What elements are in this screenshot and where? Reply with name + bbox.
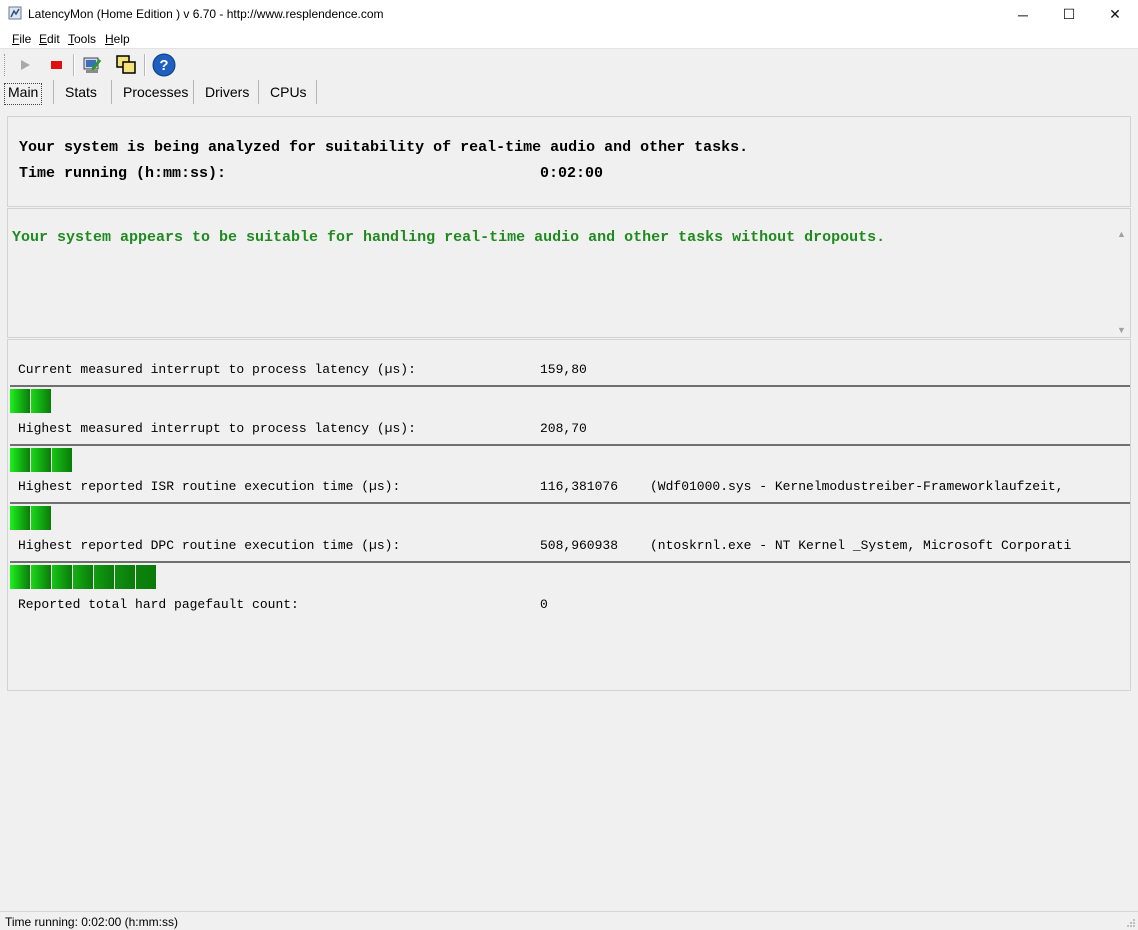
metric-label: Highest measured interrupt to process la… [18, 421, 416, 436]
metric-value: 159,80 [540, 362, 587, 377]
svg-text:?: ? [159, 57, 168, 74]
tab-cpus[interactable]: CPUs [270, 83, 307, 104]
analysis-status-text: Your system is being analyzed for suitab… [19, 139, 749, 156]
metric-driver-info: (Wdf01000.sys - Kernelmodustreiber-Frame… [650, 479, 1064, 494]
bar-segment [10, 506, 30, 530]
bar-fill [10, 506, 52, 530]
app-icon [8, 6, 22, 20]
play-icon [21, 60, 30, 70]
menu-file[interactable]: File [12, 32, 31, 46]
metric-label: Reported total hard pagefault count: [18, 597, 299, 612]
maximize-icon: ☐ [1062, 6, 1076, 22]
window-title: LatencyMon (Home Edition ) v 6.70 - http… [28, 7, 384, 21]
bar-segment [10, 448, 30, 472]
analyze-button[interactable] [81, 53, 105, 77]
metric-driver-info: (ntoskrnl.exe - NT Kernel _System, Micro… [650, 538, 1072, 553]
title-bar: LatencyMon (Home Edition ) v 6.70 - http… [0, 0, 1138, 29]
metrics-panel: Current measured interrupt to process la… [7, 339, 1131, 691]
latency-bar [10, 561, 1130, 589]
toolbar-grip[interactable] [4, 54, 7, 76]
bar-fill [10, 389, 52, 413]
status-bar-text: Time running: 0:02:00 (h:mm:ss) [5, 915, 178, 929]
time-running-value: 0:02:00 [540, 165, 604, 182]
windows-button[interactable] [114, 53, 138, 77]
tab-separator [258, 80, 259, 104]
latency-bar [10, 385, 1130, 413]
bar-segment [10, 389, 30, 413]
close-icon: ✕ [1109, 6, 1121, 22]
menu-tools[interactable]: Tools [68, 32, 96, 46]
toolbar-divider [0, 48, 1138, 49]
menu-help[interactable]: Help [105, 32, 130, 46]
scroll-down-icon[interactable]: ▼ [1113, 325, 1130, 339]
metric-value: 0 [540, 597, 548, 612]
close-button[interactable]: ✕ [1092, 0, 1138, 29]
minimize-icon: ─ [1018, 6, 1028, 23]
help-button[interactable]: ? [152, 53, 176, 77]
metric-label: Current measured interrupt to process la… [18, 362, 416, 377]
bar-segment [136, 565, 156, 589]
resize-grip-icon[interactable] [1126, 918, 1136, 928]
verdict-message: Your system appears to be suitable for h… [12, 229, 886, 246]
metric-value: 508,960938 [540, 538, 619, 553]
windows-icon [116, 55, 136, 74]
bar-fill [10, 448, 73, 472]
bar-segment [31, 565, 51, 589]
metric-value: 116,381076 [540, 479, 619, 494]
verdict-scrollbar[interactable]: ▲ ▼ [1113, 227, 1130, 339]
metric-label: Highest reported ISR routine execution t… [18, 479, 401, 494]
bar-fill [10, 565, 157, 589]
bar-segment [115, 565, 135, 589]
tab-separator [316, 80, 317, 104]
stop-button[interactable] [44, 53, 68, 77]
menu-bar: File Edit Tools Help [0, 29, 1138, 49]
metric-label: Highest reported DPC routine execution t… [18, 538, 401, 553]
tab-main[interactable]: Main [4, 83, 43, 105]
bar-segment [73, 565, 93, 589]
metric-value: 208,70 [540, 421, 587, 436]
start-button[interactable] [13, 53, 37, 77]
bar-segment [94, 565, 114, 589]
analysis-status-panel: Your system is being analyzed for suitab… [7, 116, 1131, 207]
bar-segment [10, 565, 30, 589]
tab-processes[interactable]: Processes [123, 83, 188, 104]
stop-icon [51, 61, 62, 69]
tab-separator [53, 80, 54, 104]
bar-segment [31, 506, 51, 530]
analyze-icon [83, 57, 102, 73]
bar-segment [31, 389, 51, 413]
toolbar-separator [144, 54, 146, 76]
bar-segment [52, 565, 72, 589]
scroll-up-icon[interactable]: ▲ [1113, 229, 1130, 243]
menu-edit[interactable]: Edit [39, 32, 60, 46]
verdict-panel: Your system appears to be suitable for h… [7, 208, 1131, 338]
bar-segment [31, 448, 51, 472]
status-bar: Time running: 0:02:00 (h:mm:ss) [0, 911, 1138, 930]
tab-separator [111, 80, 112, 104]
tab-stats[interactable]: Stats [65, 83, 97, 104]
maximize-button[interactable]: ☐ [1046, 0, 1092, 29]
help-icon: ? [152, 53, 176, 77]
toolbar-separator [73, 54, 75, 76]
time-running-label: Time running (h:mm:ss): [19, 165, 227, 182]
tab-separator [193, 80, 194, 104]
minimize-button[interactable]: ─ [1000, 0, 1046, 29]
latency-bar [10, 502, 1130, 530]
latency-bar [10, 444, 1130, 472]
bar-segment [52, 448, 72, 472]
tab-drivers[interactable]: Drivers [205, 83, 249, 104]
